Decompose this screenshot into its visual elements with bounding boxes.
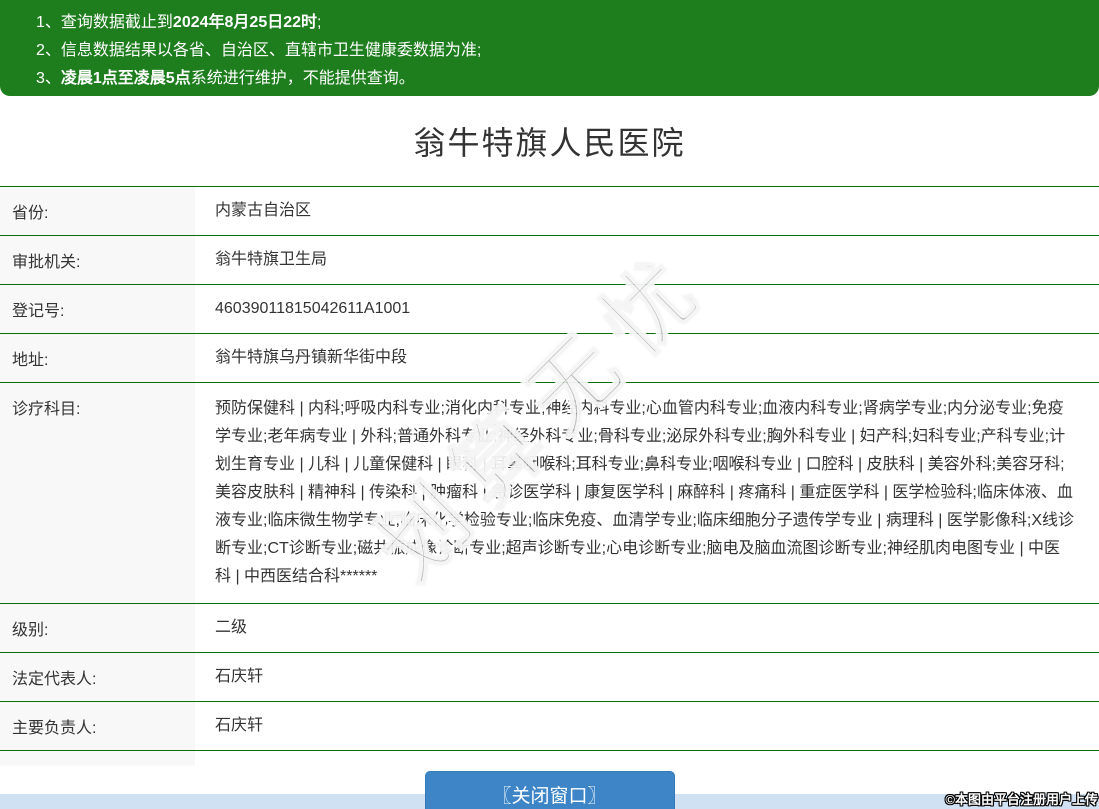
row-label: 省份: xyxy=(0,187,195,235)
row-label: 级别: xyxy=(0,604,195,652)
row-value: 石庆轩 xyxy=(195,653,1099,701)
notice-line-3: 3、凌晨1点至凌晨5点系统进行维护，不能提供查询。 xyxy=(36,65,1089,93)
notice-line-1: 1、查询数据截止到2024年8月25日22时; xyxy=(36,9,1089,37)
close-window-button[interactable]: 〖关闭窗口〗 xyxy=(425,771,675,809)
row-label: 执业许可证有效期: xyxy=(0,751,195,766)
row-label: 审批机关: xyxy=(0,236,195,284)
notice-line-2-number: 2、 xyxy=(36,42,61,59)
notice-line-2-text: 信息数据结果以各省、自治区、直辖市卫生健康委数据为准; xyxy=(61,42,481,59)
page-title: 翁牛特旗人民医院 xyxy=(0,118,1099,164)
notice-line-1-bold: 2024年8月25日22时 xyxy=(173,14,317,31)
table-row-license-validity: 执业许可证有效期: 2020/11/23 至 2021/12/31 xyxy=(0,751,1099,766)
notice-line-1-text: 查询数据截止到 xyxy=(61,14,173,31)
notice-line-1-number: 1、 xyxy=(36,14,61,31)
row-label: 地址: xyxy=(0,334,195,382)
row-value: 内蒙古自治区 xyxy=(195,187,1099,235)
table-row-address: 地址: 翁牛特旗乌丹镇新华街中段 xyxy=(0,334,1099,383)
table-row-level: 级别: 二级 xyxy=(0,604,1099,653)
row-value: 石庆轩 xyxy=(195,702,1099,750)
row-value: 翁牛特旗乌丹镇新华街中段 xyxy=(195,334,1099,382)
row-label: 诊疗科目: xyxy=(0,383,195,603)
notice-line-3-bold: 凌晨1点至凌晨5点 xyxy=(61,70,191,87)
notice-line-3-text: 系统进行维护，不能提供查询。 xyxy=(191,70,415,87)
row-value: 翁牛特旗卫生局 xyxy=(195,236,1099,284)
row-value: 46039011815042611A1001 xyxy=(195,285,1099,333)
hospital-info-table: 省份: 内蒙古自治区 审批机关: 翁牛特旗卫生局 登记号: 4603901181… xyxy=(0,186,1099,766)
table-row-approval-authority: 审批机关: 翁牛特旗卫生局 xyxy=(0,236,1099,285)
hospital-info-page: 1、查询数据截止到2024年8月25日22时; 2、信息数据结果以各省、自治区、… xyxy=(0,0,1099,809)
row-label: 法定代表人: xyxy=(0,653,195,701)
notice-line-2: 2、信息数据结果以各省、自治区、直辖市卫生健康委数据为准; xyxy=(36,37,1089,65)
row-value: 2020/11/23 至 2021/12/31 xyxy=(195,751,1099,766)
row-value: 预防保健科 | 内科;呼吸内科专业;消化内科专业;神经内科专业;心血管内科专业;… xyxy=(195,383,1099,603)
upload-credit-watermark: ©本图由平台注册用户上传 xyxy=(945,789,1098,808)
table-row-province: 省份: 内蒙古自治区 xyxy=(0,187,1099,236)
notice-line-3-number: 3、 xyxy=(36,70,61,87)
table-row-medical-subjects: 诊疗科目: 预防保健科 | 内科;呼吸内科专业;消化内科专业;神经内科专业;心血… xyxy=(0,383,1099,604)
table-row-person-in-charge: 主要负责人: 石庆轩 xyxy=(0,702,1099,751)
row-label: 登记号: xyxy=(0,285,195,333)
row-value: 二级 xyxy=(195,604,1099,652)
table-row-legal-representative: 法定代表人: 石庆轩 xyxy=(0,653,1099,702)
row-label: 主要负责人: xyxy=(0,702,195,750)
notice-banner: 1、查询数据截止到2024年8月25日22时; 2、信息数据结果以各省、自治区、… xyxy=(0,0,1099,96)
table-row-registration-number: 登记号: 46039011815042611A1001 xyxy=(0,285,1099,334)
